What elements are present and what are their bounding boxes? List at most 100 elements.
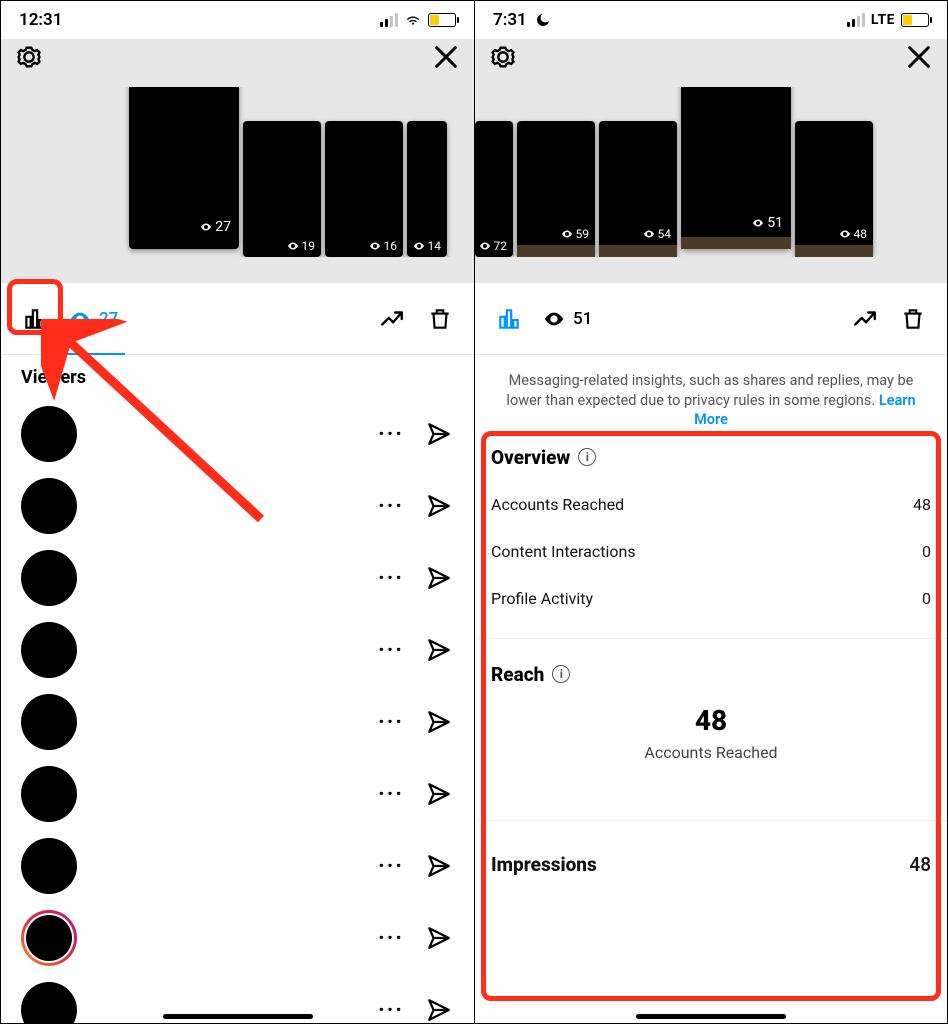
- top-bar: [1, 39, 474, 87]
- metric-row[interactable]: Accounts Reached 48: [491, 487, 931, 534]
- send-icon[interactable]: [426, 853, 452, 879]
- reach-heading: Reach i: [491, 663, 931, 686]
- story-thumbnail[interactable]: 51: [681, 87, 791, 249]
- story-carousel[interactable]: 27 19 16 14: [1, 87, 474, 283]
- impressions-value: 48: [909, 853, 931, 876]
- delete-icon[interactable]: [426, 305, 454, 333]
- viewer-row[interactable]: ···: [21, 614, 454, 686]
- more-icon[interactable]: ···: [378, 638, 404, 663]
- avatar[interactable]: [21, 550, 77, 606]
- more-icon[interactable]: ···: [378, 422, 404, 447]
- more-icon[interactable]: ···: [378, 854, 404, 879]
- send-icon[interactable]: [426, 781, 452, 807]
- home-indicator[interactable]: [163, 1014, 313, 1019]
- reach-number: 48: [491, 704, 931, 737]
- viewer-row[interactable]: ···: [21, 542, 454, 614]
- privacy-notice: Messaging-related insights, such as shar…: [491, 371, 931, 446]
- viewer-count: 27: [99, 309, 118, 329]
- status-bar: 12:31: [1, 1, 474, 39]
- story-carousel[interactable]: 72 59 54 51 48: [475, 87, 947, 283]
- promote-icon[interactable]: [378, 305, 406, 333]
- viewer-row[interactable]: ···: [21, 830, 454, 902]
- avatar[interactable]: [21, 622, 77, 678]
- viewers-heading: Viewers: [21, 367, 454, 388]
- viewer-count: 51: [573, 309, 592, 329]
- story-thumbnail[interactable]: 14: [407, 121, 447, 257]
- info-icon[interactable]: i: [578, 448, 596, 466]
- story-thumbnail[interactable]: 54: [599, 121, 677, 257]
- more-icon[interactable]: ···: [378, 782, 404, 807]
- more-icon[interactable]: ···: [378, 998, 404, 1023]
- phone-right: 7:31 LTE 72 59 54: [474, 1, 947, 1023]
- status-bar: 7:31 LTE: [475, 1, 947, 39]
- viewer-row[interactable]: ···: [21, 470, 454, 542]
- metric-row[interactable]: Profile Activity 0: [491, 581, 931, 628]
- more-icon[interactable]: ···: [378, 926, 404, 951]
- delete-icon[interactable]: [899, 305, 927, 333]
- battery-icon: [428, 13, 456, 27]
- settings-icon[interactable]: [15, 43, 43, 71]
- viewers-section: Viewers ··· ··· ··· ··· ··· ···: [1, 355, 474, 1023]
- metric-value: 0: [922, 589, 931, 608]
- send-icon[interactable]: [426, 493, 452, 519]
- do-not-disturb-icon: [535, 12, 551, 28]
- metric-value: 0: [922, 542, 931, 561]
- viewer-row[interactable]: ···: [21, 686, 454, 758]
- avatar[interactable]: [21, 838, 77, 894]
- more-icon[interactable]: ···: [378, 566, 404, 591]
- send-icon[interactable]: [426, 997, 452, 1023]
- metric-label: Profile Activity: [491, 589, 593, 608]
- send-icon[interactable]: [426, 421, 452, 447]
- avatar[interactable]: [21, 766, 77, 822]
- top-bar: [475, 39, 947, 87]
- viewer-row[interactable]: ···: [21, 758, 454, 830]
- story-thumbnail[interactable]: 16: [325, 121, 403, 257]
- reach-label: Accounts Reached: [491, 743, 931, 762]
- send-icon[interactable]: [426, 565, 452, 591]
- viewer-row[interactable]: ···: [21, 902, 454, 974]
- promote-icon[interactable]: [851, 305, 879, 333]
- insights-tab-bar: 27: [1, 283, 474, 355]
- send-icon[interactable]: [426, 709, 452, 735]
- avatar[interactable]: [21, 406, 77, 462]
- metric-label: Content Interactions: [491, 542, 636, 561]
- viewers-tab[interactable]: 51: [543, 308, 592, 330]
- cellular-signal-icon: [380, 13, 398, 27]
- story-thumbnail[interactable]: 48: [795, 121, 873, 257]
- impressions-row[interactable]: Impressions 48: [491, 845, 931, 882]
- close-icon[interactable]: [905, 43, 933, 71]
- avatar[interactable]: [21, 910, 77, 966]
- info-icon[interactable]: i: [552, 665, 570, 683]
- metric-row[interactable]: Content Interactions 0: [491, 534, 931, 581]
- metric-value: 48: [913, 495, 931, 514]
- insights-chart-icon[interactable]: [495, 305, 523, 333]
- send-icon[interactable]: [426, 637, 452, 663]
- viewers-tab[interactable]: 27: [69, 308, 118, 330]
- avatar[interactable]: [21, 694, 77, 750]
- story-thumbnail[interactable]: 72: [475, 121, 513, 257]
- avatar[interactable]: [21, 478, 77, 534]
- battery-icon: [901, 13, 929, 27]
- insights-tab-bar: 51: [475, 283, 947, 355]
- network-label: LTE: [871, 12, 895, 28]
- home-indicator[interactable]: [636, 1014, 786, 1019]
- send-icon[interactable]: [426, 925, 452, 951]
- more-icon[interactable]: ···: [378, 494, 404, 519]
- close-icon[interactable]: [432, 43, 460, 71]
- overview-heading: Overview i: [491, 446, 931, 469]
- metric-label: Accounts Reached: [491, 495, 624, 514]
- story-thumbnail[interactable]: 27: [129, 87, 239, 249]
- clock: 7:31: [493, 10, 527, 30]
- viewer-row[interactable]: ···: [21, 398, 454, 470]
- avatar[interactable]: [21, 982, 77, 1023]
- clock: 12:31: [19, 10, 62, 30]
- wifi-icon: [404, 13, 422, 27]
- phone-left: 12:31 27 19 16: [1, 1, 474, 1023]
- story-thumbnail[interactable]: 19: [243, 121, 321, 257]
- impressions-label: Impressions: [491, 853, 597, 876]
- insights-section[interactable]: Messaging-related insights, such as shar…: [475, 355, 947, 1023]
- story-thumbnail[interactable]: 59: [517, 121, 595, 257]
- more-icon[interactable]: ···: [378, 710, 404, 735]
- insights-chart-icon[interactable]: [21, 305, 49, 333]
- settings-icon[interactable]: [489, 43, 517, 71]
